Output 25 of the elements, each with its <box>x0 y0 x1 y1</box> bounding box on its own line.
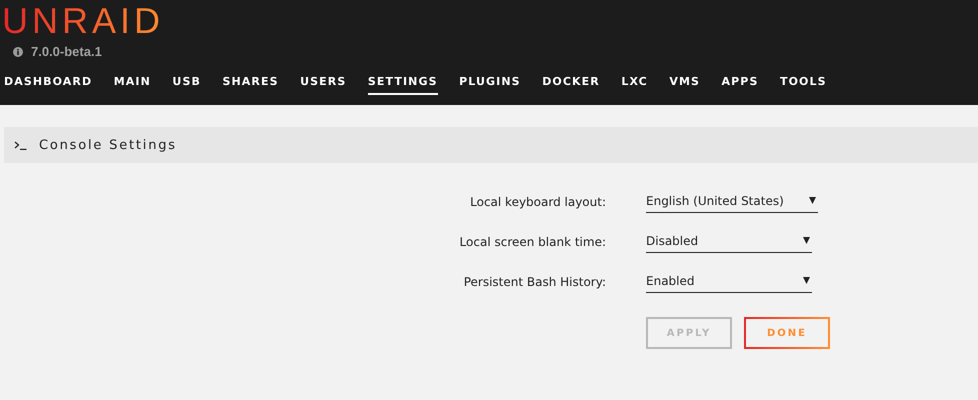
info-icon[interactable] <box>13 46 23 56</box>
version-text: 7.0.0-beta.1 <box>31 44 102 59</box>
section-title: Console Settings <box>39 138 177 152</box>
field-label: Persistent Bash History: <box>462 274 606 291</box>
dropdown[interactable]: English (United States) <box>646 189 818 213</box>
terminal-icon <box>14 140 27 150</box>
nav-tab[interactable]: USB <box>172 75 201 95</box>
nav-tab[interactable]: VMS <box>669 75 700 95</box>
nav-tab[interactable]: TOOLS <box>780 75 827 95</box>
nav-tab[interactable]: SHARES <box>222 75 279 95</box>
caret-icon <box>803 277 810 284</box>
nav-tab[interactable]: PLUGINS <box>459 75 521 95</box>
caret-icon <box>803 237 810 244</box>
nav-tab[interactable]: USERS <box>300 75 346 95</box>
caret-icon <box>809 197 816 204</box>
nav-tab[interactable]: APPS <box>722 75 758 95</box>
field-label: Local keyboard layout: <box>469 194 606 211</box>
nav-tab[interactable]: SETTINGS <box>368 75 438 95</box>
nav-tab[interactable]: MAIN <box>114 75 151 95</box>
dropdown[interactable]: Enabled <box>646 269 812 293</box>
nav-tab[interactable]: LXC <box>621 75 648 95</box>
nav-tab[interactable]: DOCKER <box>542 75 600 95</box>
field-label: Local screen blank time: <box>458 234 606 251</box>
dropdown[interactable]: Disabled <box>646 229 812 253</box>
nav-tab[interactable]: DASHBOARD <box>4 75 92 95</box>
